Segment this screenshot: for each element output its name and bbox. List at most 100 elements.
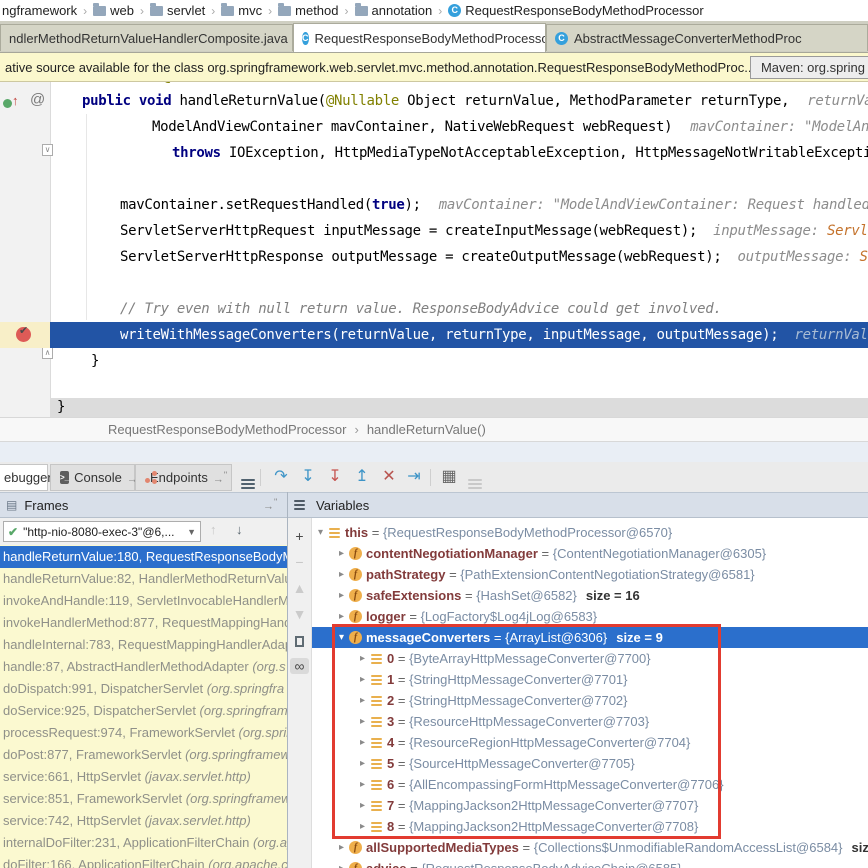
breadcrumb-item-mvc[interactable]: mvc — [221, 3, 262, 18]
variable-row[interactable]: ▸fallSupportedMediaTypes = {Collections$… — [312, 837, 868, 858]
move-down-icon[interactable]: ▼ — [288, 606, 311, 622]
variable-value: {StringHttpMessageConverter@7701} — [409, 669, 627, 690]
thread-selector[interactable]: ✔ "http-nio-8080-exec-3"@6,... ▼ — [3, 521, 201, 542]
stack-frame-row[interactable]: handleReturnValue:180, RequestResponseBo… — [0, 546, 287, 568]
step-into-icon[interactable]: ↧ — [297, 467, 319, 487]
variable-row[interactable]: ▾this = {RequestResponseBodyMethodProces… — [312, 522, 868, 543]
stack-frame-row[interactable]: handleReturnValue:82, HandlerMethodRetur… — [0, 568, 287, 590]
chevron-right-icon[interactable]: ▸ — [336, 837, 347, 858]
maven-source-button[interactable]: Maven: org.spring — [750, 56, 868, 79]
stack-frame-row[interactable]: service:742, HttpServlet (javax.servlet.… — [0, 810, 287, 832]
chevron-right-icon[interactable]: ▸ — [357, 732, 368, 753]
chevron-right-icon[interactable]: ▸ — [357, 774, 368, 795]
breadcrumb-item-annotation[interactable]: annotation — [355, 3, 433, 18]
chevron-right-icon: › — [83, 4, 87, 18]
chevron-right-icon[interactable]: ▸ — [357, 753, 368, 774]
tool-tab-console[interactable]: >_Console→" — [50, 464, 135, 491]
stack-frame-row[interactable]: internalDoFilter:231, ApplicationFilterC… — [0, 832, 287, 854]
tool-tab-ebugger[interactable]: ebugger — [0, 464, 48, 491]
add-icon[interactable]: + — [288, 528, 311, 544]
breadcrumb-item-RequestResponseBodyMethodProcessor[interactable]: CRequestResponseBodyMethodProcessor — [448, 3, 703, 18]
breadcrumb-class[interactable]: RequestResponseBodyMethodProcessor — [108, 422, 346, 437]
chevron-right-icon[interactable]: ▸ — [357, 816, 368, 837]
variable-row[interactable]: ▸1 = {StringHttpMessageConverter@7701} — [312, 669, 868, 690]
toolbar-separator — [260, 469, 261, 486]
breadcrumb-item-method[interactable]: method — [278, 3, 338, 18]
run-to-cursor-icon[interactable]: ⇥ — [403, 467, 425, 487]
variable-row[interactable]: ▸3 = {ResourceHttpMessageConverter@7703} — [312, 711, 868, 732]
variable-value: {RequestResponseBodyMethodProcessor@6570… — [383, 522, 672, 543]
variable-row[interactable]: ▸8 = {MappingJackson2HttpMessageConverte… — [312, 816, 868, 837]
move-up-icon[interactable]: ▲ — [288, 580, 311, 596]
inline-debug-hint: outputMessage: — [738, 249, 860, 265]
variable-row[interactable]: ▸fpathStrategy = {PathExtensionContentNe… — [312, 564, 868, 585]
variable-row[interactable]: ▾fmessageConverters = {ArrayList@6306}si… — [312, 627, 868, 648]
stack-frame-row[interactable]: doPost:877, FrameworkServlet (org.spring… — [0, 744, 287, 766]
variable-row[interactable]: ▸4 = {ResourceRegionHttpMessageConverter… — [312, 732, 868, 753]
thread-row: ✔ "http-nio-8080-exec-3"@6,... ▼ ↑ ↓ — [0, 518, 287, 545]
chevron-right-icon[interactable]: ▸ — [357, 690, 368, 711]
variable-row[interactable]: ▸6 = {AllEncompassingFormHttpMessageConv… — [312, 774, 868, 795]
stack-frame-row[interactable]: handle:87, AbstractHandlerMethodAdapter … — [0, 656, 287, 678]
chevron-right-icon[interactable]: ▸ — [357, 669, 368, 690]
tool-tab-endpoints[interactable]: Endpoints→" — [135, 464, 232, 491]
variable-name: this — [345, 522, 368, 543]
stack-frame-row[interactable]: handleInternal:783, RequestMappingHandle… — [0, 634, 287, 656]
breadcrumb-item-ngframework[interactable]: ngframework — [2, 3, 77, 18]
chevron-down-icon[interactable]: ▾ — [336, 627, 347, 648]
editor-tab[interactable]: CRequestResponseBodyMethodProcessor.java… — [293, 23, 546, 52]
chevron-right-icon[interactable]: ▸ — [336, 606, 347, 627]
copy-icon[interactable] — [288, 632, 311, 647]
step-out-icon[interactable]: ↥ — [351, 467, 373, 487]
drop-frame-icon[interactable]: ✕ — [378, 467, 400, 487]
variable-value: {HashSet@6582} — [476, 585, 577, 606]
prev-frame-icon[interactable]: ↑ — [210, 522, 217, 537]
chevron-down-icon[interactable]: ▾ — [315, 522, 326, 543]
chevron-right-icon[interactable]: ▸ — [336, 858, 347, 868]
stack-frame-row[interactable]: invokeAndHandle:119, ServletInvocableHan… — [0, 590, 287, 612]
chevron-right-icon[interactable]: ▸ — [357, 795, 368, 816]
toolbar-separator — [430, 469, 431, 486]
editor-tab[interactable]: ndlerMethodReturnValueHandlerComposite.j… — [0, 24, 293, 51]
stack-frame-row[interactable]: doService:925, DispatcherServlet (org.sp… — [0, 700, 287, 722]
force-step-into-icon[interactable]: ↧ — [324, 467, 346, 487]
variable-row[interactable]: ▸0 = {ByteArrayHttpMessageConverter@7700… — [312, 648, 868, 669]
frame-text: doDispatch:991, DispatcherServlet — [3, 681, 207, 696]
editor-tab[interactable]: CAbstractMessageConverterMethodProc — [546, 24, 868, 51]
pin-icon[interactable]: →" — [263, 497, 277, 513]
infinity-icon[interactable]: ∞ — [290, 658, 309, 674]
toolwindow-separator-band — [0, 442, 868, 462]
variable-row[interactable]: ▸2 = {StringHttpMessageConverter@7702} — [312, 690, 868, 711]
breadcrumb-item-web[interactable]: web — [93, 3, 134, 18]
stack-frame-row[interactable]: processRequest:974, FrameworkServlet (or… — [0, 722, 287, 744]
chevron-right-icon: › — [345, 4, 349, 18]
breadcrumb-item-servlet[interactable]: servlet — [150, 3, 205, 18]
stack-frame-row[interactable]: service:851, FrameworkServlet (org.sprin… — [0, 788, 287, 810]
code-editor[interactable]: @Override ↑ @ ∨ ∧ public void handleRetu… — [0, 82, 868, 417]
chevron-right-icon[interactable]: ▸ — [357, 648, 368, 669]
chevron-right-icon[interactable]: ▸ — [336, 543, 347, 564]
layout-settings-icon[interactable] — [464, 467, 486, 487]
chevron-right-icon[interactable]: ▸ — [336, 585, 347, 606]
breadcrumb-label: annotation — [372, 3, 433, 18]
stack-frame-row[interactable]: doFilter:166, ApplicationFilterChain (or… — [0, 854, 287, 868]
tab-label: RequestResponseBodyMethodProcessor.java — [315, 31, 547, 46]
remove-icon[interactable]: − — [288, 554, 311, 570]
variables-panel: ▾this = {RequestResponseBodyMethodProces… — [312, 518, 868, 868]
chevron-right-icon[interactable]: ▸ — [336, 564, 347, 585]
variable-row[interactable]: ▸fadvice = {RequestResponseBodyAdviceCha… — [312, 858, 868, 868]
breadcrumb-method[interactable]: handleReturnValue() — [367, 422, 486, 437]
evaluate-expression-icon[interactable]: ▦ — [438, 467, 460, 487]
variable-row[interactable]: ▸fcontentNegotiationManager = {ContentNe… — [312, 543, 868, 564]
step-over-icon[interactable]: ↷ — [270, 467, 292, 487]
restore-layout-icon[interactable] — [237, 467, 259, 487]
variable-row[interactable]: ▸7 = {MappingJackson2HttpMessageConverte… — [312, 795, 868, 816]
stack-frame-row[interactable]: service:661, HttpServlet (javax.servlet.… — [0, 766, 287, 788]
stack-frame-row[interactable]: doDispatch:991, DispatcherServlet (org.s… — [0, 678, 287, 700]
next-frame-icon[interactable]: ↓ — [236, 522, 243, 537]
stack-frame-row[interactable]: invokeHandlerMethod:877, RequestMappingH… — [0, 612, 287, 634]
variable-row[interactable]: ▸flogger = {LogFactory$Log4jLog@6583} — [312, 606, 868, 627]
variable-row[interactable]: ▸5 = {SourceHttpMessageConverter@7705} — [312, 753, 868, 774]
variable-row[interactable]: ▸fsafeExtensions = {HashSet@6582}size = … — [312, 585, 868, 606]
chevron-right-icon[interactable]: ▸ — [357, 711, 368, 732]
